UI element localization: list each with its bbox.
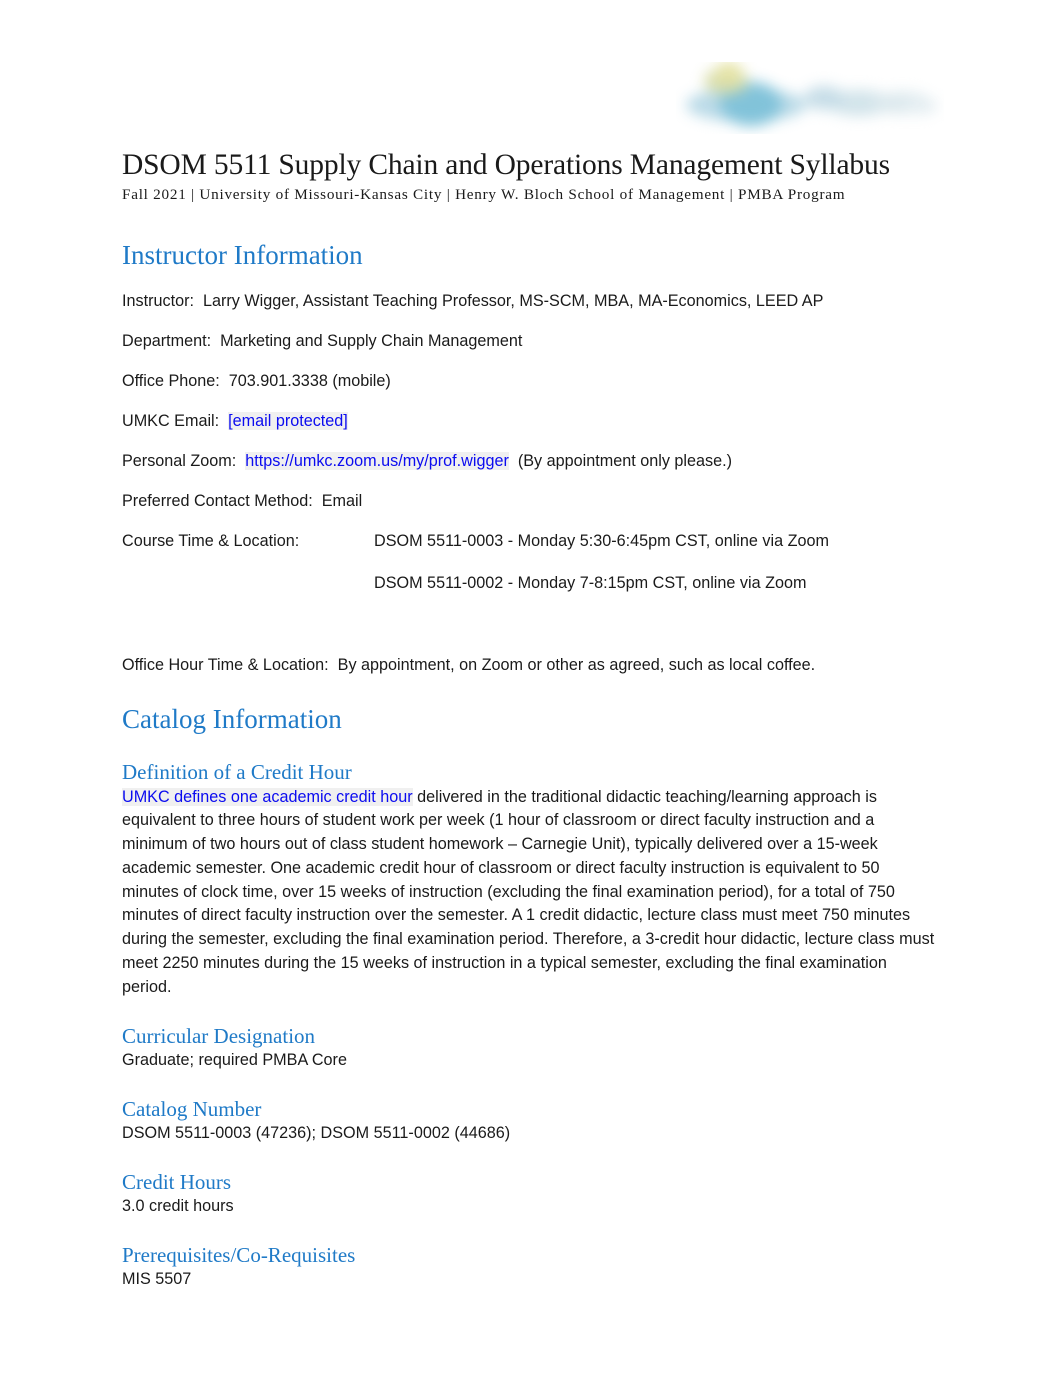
instructor-row: Instructor: Larry Wigger, Assistant Teac…: [122, 291, 938, 312]
preferred-contact-label: Preferred Contact Method:: [122, 491, 313, 510]
section-heading-instructor-information: Instructor Information: [122, 239, 363, 270]
course-time-label: Course Time & Location:: [122, 531, 300, 550]
instructor-label: Instructor:: [122, 291, 194, 310]
subsection-heading-credit-hours: Credit Hours: [122, 1169, 232, 1194]
document-body: DSOM 5511 Supply Chain and Operations Ma…: [122, 148, 938, 1290]
office-hour-label: Office Hour Time & Location:: [122, 655, 329, 674]
logo-shape-4: [716, 62, 742, 82]
umkc-email-label: UMKC Email:: [122, 411, 220, 430]
subsection-heading-catalog-number: Catalog Number: [122, 1096, 262, 1121]
instructor-value: Larry Wigger, Assistant Teaching Profess…: [202, 291, 824, 310]
department-value: Marketing and Supply Chain Management: [220, 331, 523, 350]
office-hour-value: By appointment, on Zoom or other as agre…: [337, 655, 816, 674]
page-title: DSOM 5511 Supply Chain and Operations Ma…: [122, 149, 890, 181]
section-heading-catalog-information: Catalog Information: [122, 703, 342, 734]
prerequisites-value: MIS 5507: [122, 1269, 192, 1288]
catalog-number-value: DSOM 5511-0003 (47236); DSOM 5511-0002 (…: [122, 1123, 511, 1142]
subsection-heading-prerequisites: Prerequisites/Co-Requisites: [122, 1242, 356, 1267]
school-logo: [676, 62, 944, 134]
course-time-section-0: DSOM 5511-0003 - Monday 5:30-6:45pm CST,…: [374, 531, 829, 550]
preferred-contact-value: Email: [321, 491, 363, 510]
logo-shape-7: [804, 86, 844, 110]
personal-zoom-link[interactable]: https://umkc.zoom.us/my/prof.wigger: [245, 451, 509, 470]
credit-hour-paragraph: UMKC defines one academic credit hour de…: [122, 786, 938, 1000]
department-row: Department: Marketing and Supply Chain M…: [122, 331, 938, 352]
office-phone-label: Office Phone:: [122, 371, 220, 390]
logo-shape-8: [902, 98, 938, 114]
subsection-heading-curricular-designation: Curricular Designation: [122, 1023, 316, 1048]
course-time-section-1: DSOM 5511-0002 - Monday 7-8:15pm CST, on…: [374, 573, 807, 592]
curricular-designation-value: Graduate; required PMBA Core: [122, 1050, 347, 1069]
umkc-credit-hour-link[interactable]: UMKC defines one academic credit hour: [122, 787, 413, 806]
umkc-email-row: UMKC Email: [email protected]: [122, 411, 938, 432]
personal-zoom-row: Personal Zoom: https://umkc.zoom.us/my/p…: [122, 451, 938, 472]
credit-hours-value: 3.0 credit hours: [122, 1196, 234, 1215]
office-phone-value: 703.901.3338 (mobile): [228, 371, 391, 390]
preferred-contact-row: Preferred Contact Method: Email: [122, 491, 938, 512]
subsection-heading-definition-of-a-credit-hour: Definition of a Credit Hour: [122, 759, 352, 784]
course-time-row-2: DSOM 5511-0002 - Monday 7-8:15pm CST, on…: [122, 573, 938, 594]
credit-hour-body-text: delivered in the traditional didactic te…: [122, 787, 935, 996]
personal-zoom-note: (By appointment only please.): [517, 451, 733, 470]
office-phone-row: Office Phone: 703.901.3338 (mobile): [122, 371, 938, 392]
page-subtitle: Fall 2021 | University of Missouri-Kansa…: [122, 186, 846, 203]
course-time-row-1: Course Time & Location: DSOM 5511-0003 - …: [122, 531, 938, 552]
department-label: Department:: [122, 331, 212, 350]
logo-artwork: [676, 62, 944, 134]
personal-zoom-label: Personal Zoom:: [122, 451, 237, 470]
umkc-email-link[interactable]: [email protected]: [228, 411, 348, 430]
office-hour-row: Office Hour Time & Location: By appointm…: [122, 655, 938, 676]
syllabus-page: DSOM 5511 Supply Chain and Operations Ma…: [0, 0, 1062, 1377]
